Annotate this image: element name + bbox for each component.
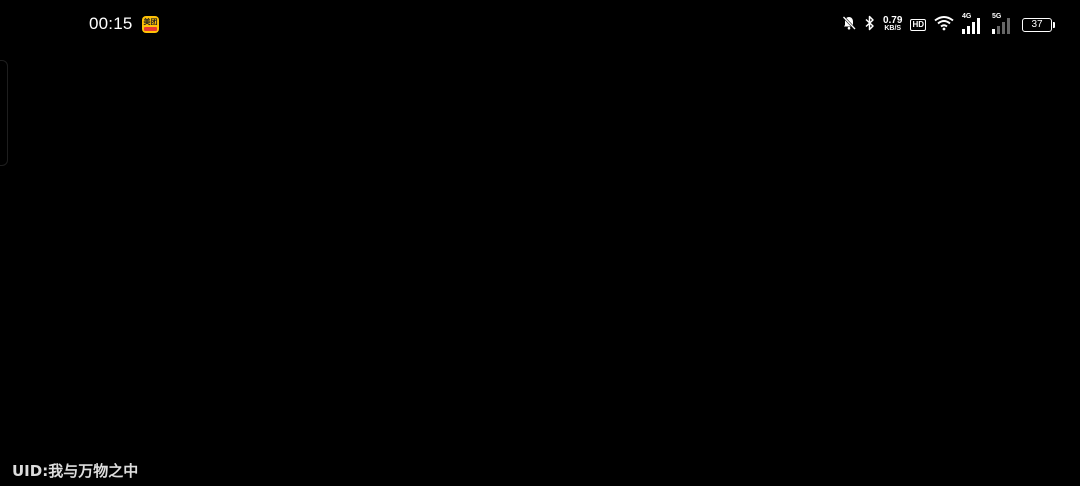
- app-badge-label: 美团: [143, 18, 158, 26]
- wifi-icon: [934, 15, 954, 36]
- uid-watermark: UID:我与万物之中: [12, 462, 139, 480]
- signal-4g: 4G: [962, 13, 984, 34]
- network-speed-unit: KB/S: [884, 25, 902, 32]
- status-clock: 00:15: [89, 14, 133, 33]
- status-icons-group: 0.79 KB/S HD 4G 5G 37: [833, 13, 1055, 36]
- battery-indicator: 37: [1022, 18, 1055, 32]
- notification-app-icon: 美团: [142, 16, 159, 33]
- app-badge-stripe: [144, 27, 157, 31]
- bluetooth-icon: [865, 15, 875, 36]
- bell-off-icon: [841, 15, 857, 36]
- hd-voice-badge: HD: [910, 19, 926, 31]
- status-bar: 00:15 美团 0.79 KB/S HD 4G 5G 37: [0, 0, 1080, 50]
- signal-5g-label: 5G: [992, 13, 1002, 20]
- network-speed: 0.79 KB/S: [882, 15, 903, 33]
- signal-4g-label: 4G: [962, 13, 972, 20]
- side-panel-handle[interactable]: [0, 60, 8, 166]
- network-speed-value: 0.79: [882, 15, 903, 26]
- signal-5g: 5G: [992, 13, 1014, 34]
- battery-level: 37: [1031, 19, 1043, 30]
